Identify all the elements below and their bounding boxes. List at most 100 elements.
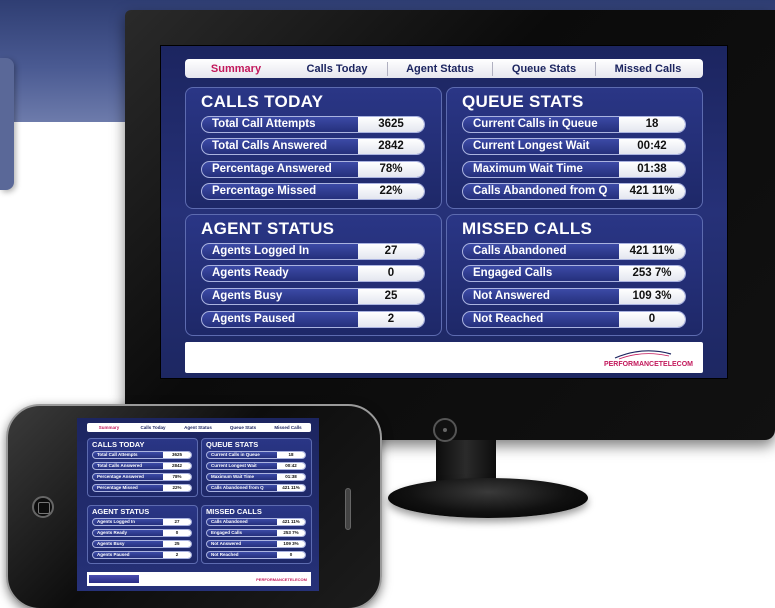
stat-row: Agents Ready 0 xyxy=(92,529,192,537)
stat-value: 25 xyxy=(163,541,191,547)
stat-row: Not Reached 0 xyxy=(206,551,306,559)
tv-stand-base xyxy=(388,478,588,518)
stat-row: Percentage Answered 78% xyxy=(92,473,192,481)
mobile-missed-calls-panel: MISSED CALLS Calls Abandoned 421 11% Enga… xyxy=(201,505,312,564)
stat-row: Current Calls in Queue 18 xyxy=(206,451,306,459)
stat-row: Current Longest Wait 00:42 xyxy=(462,138,686,155)
stat-value: 2842 xyxy=(358,139,424,154)
stat-row: Agents Busy 25 xyxy=(92,540,192,548)
stat-row: Agents Paused 2 xyxy=(92,551,192,559)
mobile-footer-progress xyxy=(89,575,139,583)
stat-label: Not Reached xyxy=(473,313,544,325)
stat-row: Calls Abandoned 421 11% xyxy=(206,518,306,526)
stat-label: Not Reached xyxy=(211,552,239,557)
stat-value: 2 xyxy=(163,552,191,558)
mobile-tab-agent-status[interactable]: Agent Status xyxy=(175,425,221,430)
stat-row: Total Call Attempts 3625 xyxy=(92,451,192,459)
stat-value: 2842 xyxy=(163,463,191,469)
stat-label: Calls Abandoned xyxy=(473,245,567,257)
stat-label: Agents Busy xyxy=(97,541,125,546)
panel-title: AGENT STATUS xyxy=(92,507,150,516)
stat-label: Percentage Missed xyxy=(212,185,317,197)
stat-label: Agents Ready xyxy=(212,267,289,279)
stat-label: Agents Busy xyxy=(212,290,283,302)
tab-calls-today[interactable]: Calls Today xyxy=(287,63,387,75)
stat-value: 0 xyxy=(619,312,685,327)
stat-row: Calls Abandoned from Q 421 11% xyxy=(206,484,306,492)
phone-speaker-icon xyxy=(345,488,351,530)
stat-row: Calls Abandoned from Q 421 11% xyxy=(462,183,686,200)
stat-value: 00:42 xyxy=(619,139,685,154)
stat-row: Agents Logged In 27 xyxy=(92,518,192,526)
home-button-icon[interactable] xyxy=(32,496,54,518)
calls-today-panel: CALLS TODAY Total Call Attempts 3625 Tota… xyxy=(185,87,442,209)
tab-agent-status[interactable]: Agent Status xyxy=(388,63,492,75)
stat-label: Calls Abandoned xyxy=(211,519,248,524)
stat-value: 18 xyxy=(277,452,305,458)
tab-summary[interactable]: Summary xyxy=(185,63,287,75)
stat-value: 22% xyxy=(358,184,424,199)
panel-title: AGENT STATUS xyxy=(201,219,335,238)
stat-label: Agents Logged In xyxy=(97,519,135,524)
stat-value: 3625 xyxy=(163,452,191,458)
stat-value: 22% xyxy=(163,485,191,491)
stat-value: 421 11% xyxy=(277,519,305,525)
mobile-tab-missed-calls[interactable]: Missed Calls xyxy=(265,425,311,430)
stat-row: Agents Paused 2 xyxy=(201,311,425,328)
performancetelecom-logo: PERFORMANCETELECOM xyxy=(595,348,693,368)
stat-label: Total Call Attempts xyxy=(97,452,138,457)
stat-label: Engaged Calls xyxy=(211,530,243,535)
missed-calls-panel: MISSED CALLS Calls Abandoned 421 11% Enga… xyxy=(446,214,703,336)
stat-label: Agents Logged In xyxy=(212,245,310,257)
stat-label: Maximum Wait Time xyxy=(473,163,583,175)
panel-title: MISSED CALLS xyxy=(462,219,593,238)
tab-queue-stats[interactable]: Queue Stats xyxy=(493,63,595,75)
stat-row: Not Answered 109 3% xyxy=(206,540,306,548)
stat-label: Calls Abandoned from Q xyxy=(473,185,608,197)
mobile-tab-calls-today[interactable]: Calls Today xyxy=(131,425,175,430)
stat-label: Total Calls Answered xyxy=(212,140,328,152)
stat-value: 421 11% xyxy=(619,184,685,199)
mobile-tab-bar: Summary Calls Today Agent Status Queue S… xyxy=(87,423,311,432)
stat-row: Total Calls Answered 2842 xyxy=(92,462,192,470)
mobile-calls-today-panel: CALLS TODAY Total Call Attempts 3625 Tota… xyxy=(87,438,198,497)
stat-row: Agents Busy 25 xyxy=(201,288,425,305)
mobile-tab-queue-stats[interactable]: Queue Stats xyxy=(221,425,265,430)
stat-value: 0 xyxy=(358,266,424,281)
stat-row: Calls Abandoned 421 11% xyxy=(462,243,686,260)
tab-missed-calls[interactable]: Missed Calls xyxy=(596,63,700,75)
power-button-icon[interactable] xyxy=(433,418,457,442)
panel-title: CALLS TODAY xyxy=(201,92,324,111)
stat-row: Agents Ready 0 xyxy=(201,265,425,282)
stat-label: Total Call Attempts xyxy=(212,118,316,130)
stat-value: 01:38 xyxy=(277,474,305,480)
stat-label: Agents Paused xyxy=(97,552,130,557)
stat-value: 253 7% xyxy=(277,530,305,536)
stat-row: Total Calls Answered 2842 xyxy=(201,138,425,155)
stat-value: 421 11% xyxy=(277,485,305,491)
stat-value: 27 xyxy=(163,519,191,525)
stat-row: Not Answered 109 3% xyxy=(462,288,686,305)
stat-label: Agents Ready xyxy=(97,530,128,535)
logo-text: PERFORMANCETELECOM xyxy=(603,361,693,368)
stat-value: 78% xyxy=(358,162,424,177)
stat-label: Current Calls in Queue xyxy=(473,118,598,130)
stat-label: Engaged Calls xyxy=(473,267,553,279)
panel-title: MISSED CALLS xyxy=(206,507,262,516)
stat-row: Percentage Answered 78% xyxy=(201,161,425,178)
stat-row: Maximum Wait Time 01:38 xyxy=(206,473,306,481)
mobile-agent-status-panel: AGENT STATUS Agents Logged In 27 Agents R… xyxy=(87,505,198,564)
stat-value: 0 xyxy=(277,552,305,558)
stat-value: 78% xyxy=(163,474,191,480)
mobile-tab-summary[interactable]: Summary xyxy=(87,425,131,430)
tab-bar: Summary Calls Today Agent Status Queue S… xyxy=(185,59,703,78)
stat-row: Percentage Missed 22% xyxy=(92,484,192,492)
stat-value: 00:42 xyxy=(277,463,305,469)
stat-label: Current Longest Wait xyxy=(211,463,257,468)
stat-label: Percentage Answered xyxy=(97,474,144,479)
stat-label: Calls Abandoned from Q xyxy=(211,485,264,490)
stat-label: Not Answered xyxy=(473,290,550,302)
panel-title: CALLS TODAY xyxy=(92,440,145,449)
stat-label: Percentage Answered xyxy=(212,163,332,175)
stat-row: Maximum Wait Time 01:38 xyxy=(462,161,686,178)
